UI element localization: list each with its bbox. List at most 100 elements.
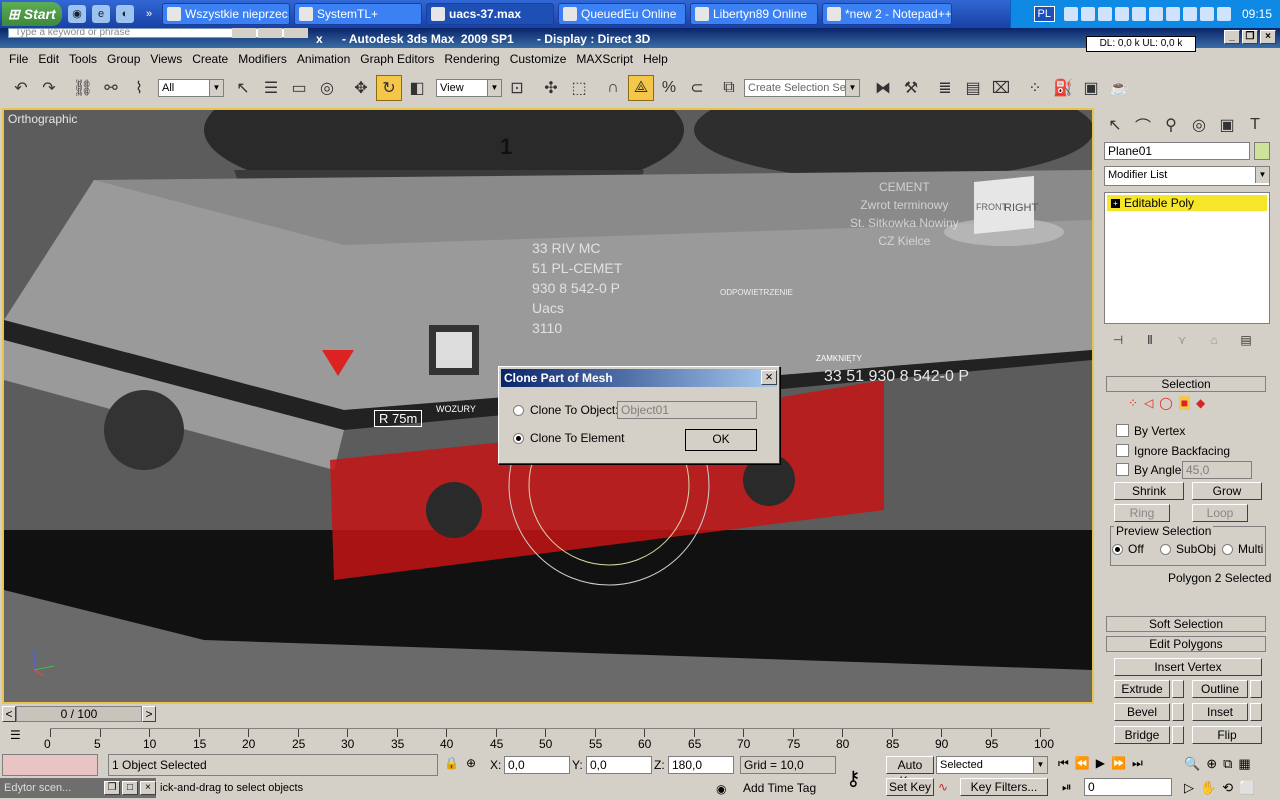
- stack-item-editable-poly[interactable]: + Editable Poly: [1107, 195, 1267, 211]
- taskbar-button-3[interactable]: uacs-37.max: [426, 3, 554, 25]
- taskbar-button-6[interactable]: *new 2 - Notepad++: [822, 3, 952, 25]
- expand-icon[interactable]: +: [1111, 198, 1120, 208]
- hierarchy-tab-icon[interactable]: ⚲: [1158, 112, 1184, 138]
- redo-icon[interactable]: ↷: [36, 75, 62, 101]
- tray-icon[interactable]: [1216, 7, 1231, 21]
- time-tag-icon[interactable]: ◉: [716, 782, 732, 798]
- bind-space-warp-icon[interactable]: ⌇: [126, 75, 152, 101]
- selection-filter-dropdown[interactable]: All ▼: [158, 79, 224, 97]
- named-selection-sets-dropdown[interactable]: Create Selection Set ▼: [744, 79, 860, 97]
- motion-tab-icon[interactable]: ◎: [1186, 112, 1212, 138]
- curve-editor-icon[interactable]: ⌧: [988, 75, 1014, 101]
- percent-snap-icon[interactable]: %: [656, 75, 682, 101]
- zoom-extents-icon[interactable]: ⧉: [1223, 756, 1232, 772]
- window-crossing-icon[interactable]: ◎: [314, 75, 340, 101]
- viewport-label[interactable]: Orthographic: [8, 112, 77, 126]
- tray-icon[interactable]: [1114, 7, 1129, 21]
- next-frame-icon[interactable]: ⏩: [1111, 756, 1126, 771]
- orbit-icon[interactable]: ⟲: [1222, 780, 1233, 796]
- display-tab-icon[interactable]: ▣: [1214, 112, 1240, 138]
- preview-off-radio[interactable]: [1112, 544, 1123, 555]
- edge-mode-icon[interactable]: ◁: [1144, 396, 1153, 410]
- scene-explorer-minimized[interactable]: Edytor scen... ❐ □ ×: [0, 778, 156, 798]
- menu-views[interactable]: Views: [145, 52, 187, 66]
- tray-icon[interactable]: [1097, 7, 1112, 21]
- quicklaunch-icon-3[interactable]: ◐: [116, 5, 134, 23]
- menu-modifiers[interactable]: Modifiers: [233, 52, 292, 66]
- bridge-settings-button[interactable]: [1172, 726, 1184, 744]
- time-slider-prev-icon[interactable]: <: [2, 706, 16, 722]
- element-mode-icon[interactable]: ◆: [1196, 396, 1205, 410]
- maximize-viewport-icon[interactable]: ⬜: [1239, 780, 1255, 796]
- show-end-result-icon[interactable]: Ⅱ: [1140, 330, 1160, 350]
- move-icon[interactable]: ✥: [348, 75, 374, 101]
- key-mode-toggle-icon[interactable]: ⏯: [1062, 780, 1072, 795]
- time-slider-next-icon[interactable]: >: [142, 706, 156, 722]
- play-icon[interactable]: ▶: [1096, 756, 1105, 771]
- viewcube-front-label[interactable]: FRONT: [976, 202, 1007, 212]
- make-unique-icon[interactable]: ⋎: [1172, 330, 1192, 350]
- menu-create[interactable]: Create: [187, 52, 233, 66]
- polygon-mode-icon[interactable]: ■: [1178, 396, 1190, 410]
- soft-selection-rollout-header[interactable]: Soft Selection: [1106, 616, 1266, 632]
- flip-button[interactable]: Flip: [1192, 726, 1262, 744]
- bevel-settings-button[interactable]: [1172, 703, 1184, 721]
- unlink-icon[interactable]: ⚯: [98, 75, 124, 101]
- ignore-backfacing-checkbox[interactable]: [1116, 444, 1129, 457]
- select-manipulate-icon[interactable]: ✣: [538, 75, 564, 101]
- preview-multi-radio[interactable]: [1222, 544, 1233, 555]
- render-production-icon[interactable]: ☕: [1106, 75, 1132, 101]
- menu-help[interactable]: Help: [638, 52, 673, 66]
- menu-customize[interactable]: Customize: [505, 52, 572, 66]
- x-coordinate-field[interactable]: 0,0: [504, 756, 570, 774]
- auto-key-button[interactable]: Auto Key: [886, 756, 934, 788]
- mirror-icon[interactable]: ⧓: [870, 75, 896, 101]
- grow-button[interactable]: Grow: [1192, 482, 1262, 500]
- spinner-snap-icon[interactable]: ⊂: [684, 75, 710, 101]
- menu-tools[interactable]: Tools: [64, 52, 102, 66]
- key-filters-button[interactable]: Key Filters...: [960, 778, 1048, 796]
- create-tab-icon[interactable]: ↖: [1102, 112, 1128, 138]
- zoom-all-icon[interactable]: ⊕: [1206, 756, 1217, 772]
- absolute-mode-icon[interactable]: ⊕: [466, 756, 484, 774]
- tray-icon[interactable]: [1080, 7, 1095, 21]
- y-coordinate-field[interactable]: 0,0: [586, 756, 652, 774]
- modifier-list-dropdown[interactable]: Modifier List ▼: [1104, 166, 1270, 186]
- vertex-mode-icon[interactable]: ⁘: [1128, 396, 1138, 410]
- pin-stack-icon[interactable]: ⊣: [1108, 330, 1128, 350]
- selection-rollout-header[interactable]: Selection: [1106, 376, 1266, 392]
- restore-button[interactable]: ❐: [104, 781, 120, 795]
- ok-button[interactable]: OK: [685, 429, 757, 451]
- lock-selection-icon[interactable]: 🔒: [444, 756, 460, 774]
- link-icon[interactable]: ⛓: [70, 75, 96, 101]
- layer-manager-icon[interactable]: ≣: [932, 75, 958, 101]
- previous-frame-icon[interactable]: ⏪: [1075, 756, 1090, 771]
- outline-settings-button[interactable]: [1250, 680, 1262, 698]
- language-indicator[interactable]: PL: [1033, 6, 1055, 22]
- taskbar-button-4[interactable]: QueuedEu Online: [558, 3, 686, 25]
- quicklaunch-icon-1[interactable]: ◉: [68, 5, 86, 23]
- by-angle-checkbox[interactable]: [1116, 463, 1129, 476]
- edit-named-selection-icon[interactable]: ⧉: [716, 75, 742, 101]
- help-icon[interactable]: [258, 28, 282, 38]
- menu-maxscript[interactable]: MAXScript: [571, 52, 638, 66]
- extrude-settings-button[interactable]: [1172, 680, 1184, 698]
- close-button[interactable]: ×: [1260, 30, 1276, 44]
- rotate-icon[interactable]: ↻: [376, 75, 402, 101]
- insert-vertex-button[interactable]: Insert Vertex: [1114, 658, 1262, 676]
- rendered-frame-window-icon[interactable]: ▣: [1078, 75, 1104, 101]
- mini-curve-editor-icon[interactable]: ☰: [10, 728, 32, 748]
- edit-polygons-rollout-header[interactable]: Edit Polygons: [1106, 636, 1266, 652]
- configure-sets-icon[interactable]: ▤: [1236, 330, 1256, 350]
- field-of-view-icon[interactable]: ▷: [1184, 780, 1194, 796]
- snaps-toggle-icon[interactable]: ∩: [600, 75, 626, 101]
- trackbar[interactable]: 0 5 10 15 20 25 30 35 40 45 50 55 60 65 70 75 80 85 90 95 10…: [44, 728, 1054, 751]
- object-color-swatch[interactable]: [1254, 142, 1270, 160]
- preview-subobj-radio[interactable]: [1160, 544, 1171, 555]
- render-setup-icon[interactable]: ⛽: [1050, 75, 1076, 101]
- maximize-button[interactable]: □: [122, 781, 138, 795]
- by-angle-spinner[interactable]: 45,0: [1182, 461, 1252, 479]
- bridge-button[interactable]: Bridge: [1114, 726, 1170, 744]
- border-mode-icon[interactable]: ◯: [1159, 396, 1172, 410]
- tray-icon[interactable]: [1063, 7, 1078, 21]
